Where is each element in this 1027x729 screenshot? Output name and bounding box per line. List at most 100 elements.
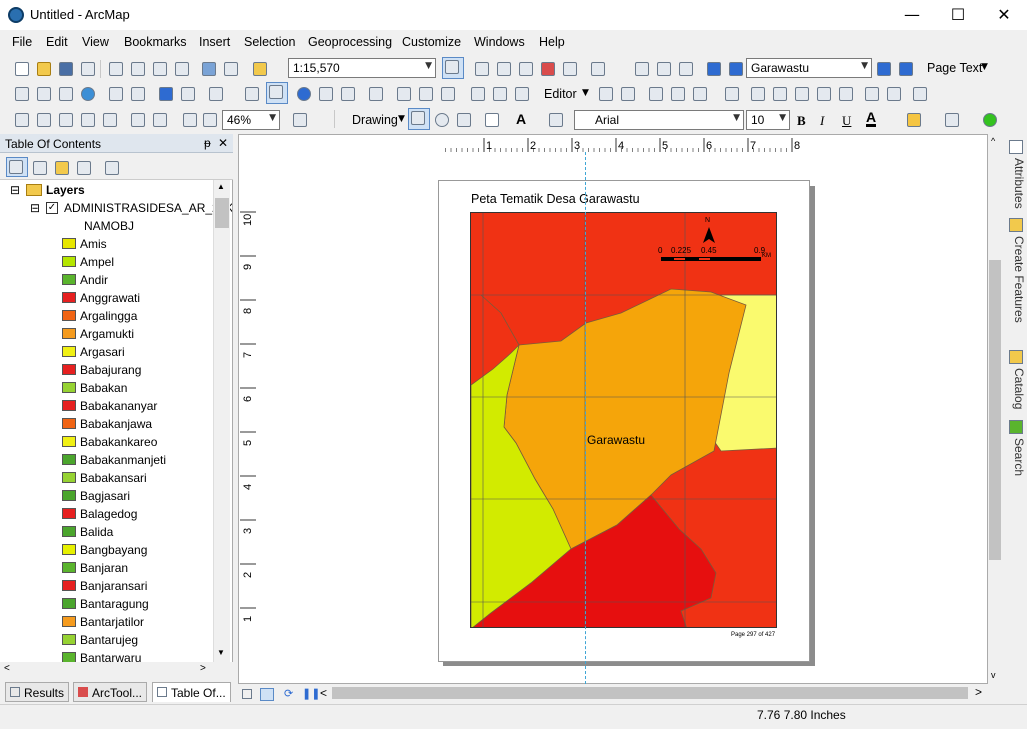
class-label[interactable]: Bantarujeg [80, 631, 138, 649]
class-label[interactable]: Argasari [80, 343, 125, 361]
end-point-arc-icon[interactable] [668, 84, 686, 102]
scroll-right-icon[interactable]: > [975, 685, 982, 699]
data-view-icon[interactable] [242, 689, 252, 699]
list-by-source-icon[interactable] [30, 158, 48, 176]
menu-windows[interactable]: Windows [474, 35, 525, 49]
class-swatch[interactable] [62, 418, 76, 429]
page-text-dropdown-icon[interactable]: ▼ [981, 62, 988, 72]
go-to-xy-icon[interactable] [438, 84, 456, 102]
class-label[interactable]: Anggrawati [80, 289, 140, 307]
python-window-icon[interactable] [560, 59, 578, 77]
grid-icon[interactable] [676, 59, 694, 77]
reshape-icon[interactable] [770, 84, 788, 102]
class-label[interactable]: Amis [80, 235, 107, 253]
cut-icon[interactable] [106, 59, 124, 77]
list-by-visibility-icon[interactable] [52, 158, 70, 176]
editor-toolbar-icon[interactable] [442, 57, 464, 79]
zoom-out-icon[interactable] [34, 84, 52, 102]
cut-polygons-icon[interactable] [792, 84, 810, 102]
edit-annotation-icon[interactable] [618, 84, 636, 102]
menu-help[interactable]: Help [539, 35, 565, 49]
print-icon[interactable] [78, 59, 96, 77]
toc-close-icon[interactable]: ✕ [218, 136, 228, 150]
toc-options-icon[interactable] [102, 158, 120, 176]
layout-guide[interactable] [585, 152, 586, 684]
toc-horizontal-scrollbar[interactable]: < > [0, 662, 213, 679]
table-of-contents-icon[interactable] [472, 59, 490, 77]
pan-icon[interactable] [56, 84, 74, 102]
class-swatch[interactable] [62, 544, 76, 555]
fixed-zoom-out-icon[interactable] [128, 84, 146, 102]
tab-results[interactable]: Results [5, 682, 70, 702]
data-driven-pages-icon[interactable] [654, 59, 672, 77]
class-label[interactable]: Bangbayang [80, 541, 147, 559]
attributes-icon[interactable] [862, 84, 880, 102]
class-swatch[interactable] [62, 310, 76, 321]
scroll-up-icon[interactable]: ^ [991, 136, 995, 146]
menu-edit[interactable]: Edit [46, 35, 68, 49]
tab-create-features[interactable]: Create Features [1007, 236, 1026, 323]
hyperlink-icon[interactable] [316, 84, 334, 102]
sketch-properties-icon[interactable] [884, 84, 902, 102]
data-frame[interactable]: N 0 0.225 0.45 0.9 KM Garawastu [470, 212, 777, 628]
layers-label[interactable]: Layers [46, 181, 85, 199]
rotate-icon[interactable] [836, 84, 854, 102]
measure-icon[interactable] [366, 84, 384, 102]
layout-zoom-out-icon[interactable] [34, 110, 52, 128]
class-label[interactable]: Babakananyar [80, 397, 157, 415]
previous-page-icon[interactable] [726, 59, 744, 77]
fixed-zoom-out-layout-icon[interactable] [150, 110, 168, 128]
scroll-down-icon[interactable]: ▼ [217, 648, 225, 657]
class-swatch[interactable] [62, 382, 76, 393]
tab-search[interactable]: Search [1007, 438, 1026, 476]
tab-attributes[interactable]: Attributes [1007, 158, 1026, 209]
tab-catalog[interactable]: Catalog [1007, 368, 1026, 409]
scroll-thumb[interactable] [215, 198, 229, 228]
fixed-zoom-in-icon[interactable] [106, 84, 124, 102]
rectangle-icon[interactable] [482, 110, 500, 128]
drawing-dropdown-icon[interactable]: ▼ [398, 114, 405, 124]
maximize-button[interactable]: ☐ [935, 0, 981, 30]
editor-menu-button[interactable]: Editor [544, 87, 577, 101]
italic-button[interactable]: I [820, 113, 824, 129]
layout-vertical-scrollbar[interactable]: ^ v [988, 134, 1002, 685]
class-swatch[interactable] [62, 454, 76, 465]
last-page-icon[interactable] [896, 59, 914, 77]
class-swatch[interactable] [62, 328, 76, 339]
scroll-up-icon[interactable]: ▲ [217, 182, 225, 191]
layer-name[interactable]: ADMINISTRASIDESA_AR_25K [64, 199, 232, 217]
menu-bookmarks[interactable]: Bookmarks [124, 35, 187, 49]
menu-insert[interactable]: Insert [199, 35, 230, 49]
class-swatch[interactable] [62, 274, 76, 285]
class-swatch[interactable] [62, 526, 76, 537]
delete-icon[interactable] [172, 59, 190, 77]
refresh-icon[interactable]: ⟳ [284, 687, 293, 700]
class-swatch[interactable] [62, 256, 76, 267]
scroll-left-icon[interactable]: < [4, 663, 10, 674]
layers-collapse-icon[interactable]: ⊟ [10, 181, 20, 199]
page-text-button[interactable]: Page Text [927, 61, 982, 75]
class-label[interactable]: Babakan [80, 379, 127, 397]
scroll-left-icon[interactable]: < [320, 686, 327, 700]
class-label[interactable]: Argamukti [80, 325, 134, 343]
clear-selection-icon[interactable] [242, 84, 260, 102]
layout-zoom-combo[interactable]: 46% ▼ [222, 110, 280, 130]
create-viewer-icon[interactable] [512, 84, 530, 102]
catalog-window-icon[interactable] [494, 59, 512, 77]
class-label[interactable]: Babajurang [80, 361, 141, 379]
underline-button[interactable]: U [842, 113, 851, 129]
class-swatch[interactable] [62, 634, 76, 645]
toc-pin-icon[interactable]: ᵽ [204, 136, 211, 150]
split-icon[interactable] [814, 84, 832, 102]
map-title[interactable]: Peta Tematik Desa Garawastu [471, 192, 640, 206]
layout-view-icon[interactable] [260, 688, 274, 701]
fixed-zoom-in-layout-icon[interactable] [128, 110, 146, 128]
tab-arctoolbox[interactable]: ArcTool... [73, 682, 148, 702]
class-swatch[interactable] [62, 598, 76, 609]
class-label[interactable]: Balida [80, 523, 113, 541]
class-label[interactable]: Andir [80, 271, 108, 289]
class-label[interactable]: Argalingga [80, 307, 137, 325]
class-label[interactable]: Babakansari [80, 469, 147, 487]
create-features-icon[interactable] [910, 84, 928, 102]
list-by-drawing-order-icon[interactable] [6, 157, 28, 177]
